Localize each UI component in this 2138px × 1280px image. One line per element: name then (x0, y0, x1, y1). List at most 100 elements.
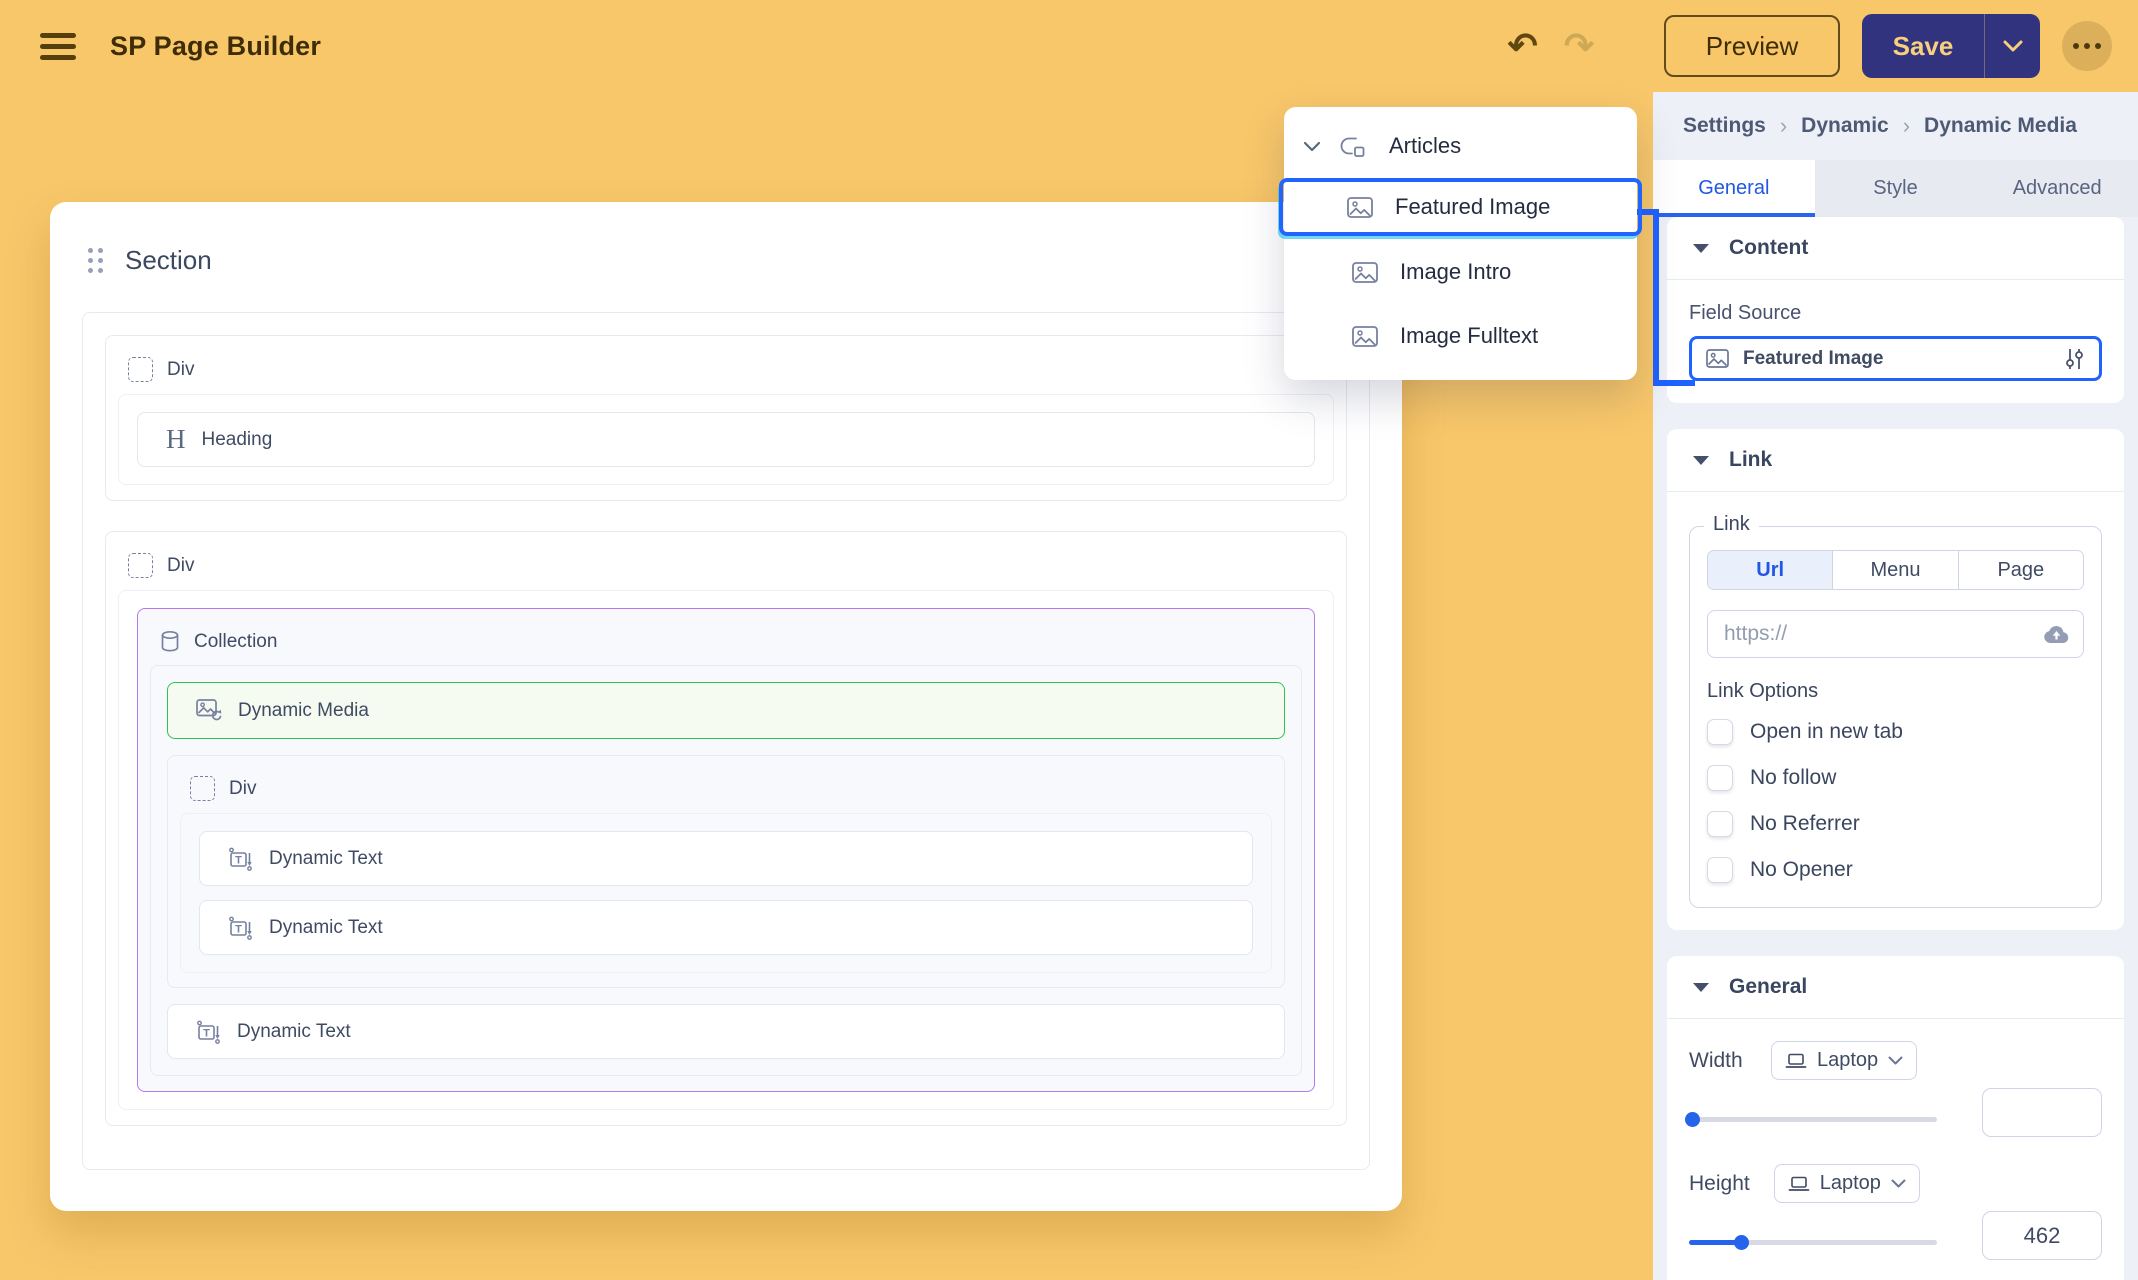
div-block-label: Div (128, 357, 1334, 382)
dynamic-text-addon[interactable]: T Dynamic Text (199, 831, 1253, 886)
row-container[interactable]: Div H Heading Div (82, 312, 1370, 1170)
checkbox[interactable] (1707, 857, 1733, 883)
hamburger-menu-icon[interactable] (40, 33, 76, 60)
option-no-follow: No follow (1707, 765, 2084, 791)
segment-menu[interactable]: Menu (1832, 551, 1957, 589)
height-value-input[interactable] (1982, 1211, 2102, 1260)
link-section-title: Link (1729, 448, 1772, 472)
segment-url[interactable]: Url (1708, 551, 1832, 589)
history-controls: ↶ ↷ (1508, 28, 1594, 64)
checkbox-label: No Referrer (1750, 812, 1860, 836)
tab-advanced[interactable]: Advanced (1976, 160, 2138, 217)
dynamic-media-label-text: Dynamic Media (238, 700, 369, 722)
save-options-button[interactable] (1984, 14, 2040, 78)
link-type-segmented-control: Url Menu Page (1707, 550, 2084, 590)
height-slider-knob[interactable] (1734, 1235, 1749, 1250)
collection-relation-icon (1339, 135, 1367, 158)
height-device-dropdown[interactable]: Laptop (1774, 1164, 1920, 1203)
height-slider[interactable] (1689, 1225, 1937, 1265)
undo-icon[interactable]: ↶ (1508, 28, 1538, 64)
svg-text:T: T (203, 1027, 210, 1039)
general-section-header[interactable]: General (1667, 956, 2124, 1018)
dropdown-item-label: Image Fulltext (1400, 323, 1538, 349)
dropdown-item-label: Image Intro (1400, 259, 1511, 285)
device-value: Laptop (1820, 1172, 1881, 1195)
chevron-down-icon[interactable] (1303, 141, 1321, 152)
div-block-1[interactable]: Div H Heading (105, 335, 1347, 501)
dynamic-text-addon[interactable]: T Dynamic Text (199, 900, 1253, 955)
save-button[interactable]: Save (1862, 14, 1984, 78)
heading-addon[interactable]: H Heading (137, 412, 1315, 467)
checkbox-label: Open in new tab (1750, 720, 1903, 744)
collection-block[interactable]: Collection Dynamic Media (137, 608, 1315, 1092)
redo-icon[interactable]: ↷ (1564, 28, 1594, 64)
width-slider-knob[interactable] (1685, 1112, 1700, 1127)
tab-style[interactable]: Style (1815, 160, 1977, 217)
div-icon (128, 357, 153, 382)
url-input[interactable] (1707, 610, 2084, 658)
section-label: Section (125, 245, 212, 276)
field-source-dropdown: Articles Featured Image Image Intro Imag… (1284, 107, 1637, 380)
width-label: Width (1689, 1049, 1747, 1073)
dropdown-item-label: Featured Image (1395, 194, 1550, 220)
height-label: Height (1689, 1172, 1750, 1196)
dropdown-item-articles[interactable]: Articles (1284, 118, 1637, 174)
dropdown-item-image-intro[interactable]: Image Intro (1284, 244, 1637, 300)
canvas-section[interactable]: Section Div H Heading (50, 202, 1402, 1211)
filter-sliders-icon[interactable] (2065, 346, 2085, 372)
dynamic-text-icon: T (228, 847, 253, 871)
width-value-input[interactable] (1982, 1088, 2102, 1137)
link-section-header[interactable]: Link (1667, 429, 2124, 491)
breadcrumb: Settings › Dynamic › Dynamic Media (1653, 92, 2138, 160)
collapse-triangle-icon (1693, 244, 1709, 253)
link-group-legend: Link (1704, 513, 1759, 536)
div-label-text: Div (229, 778, 256, 800)
cloud-upload-icon[interactable] (2043, 624, 2070, 644)
checkbox-label: No Opener (1750, 858, 1853, 882)
link-section-body: Link Url Menu Page Link Options (1667, 491, 2124, 930)
chevron-down-icon (1891, 1179, 1906, 1188)
laptop-icon (1788, 1176, 1810, 1192)
top-bar-actions: ↶ ↷ Preview Save (1508, 0, 2112, 92)
checkbox[interactable] (1707, 719, 1733, 745)
content-section-header[interactable]: Content (1667, 217, 2124, 279)
div-block-3[interactable]: Div T Dynamic Text (167, 755, 1285, 988)
div-block-2[interactable]: Div Collection (105, 531, 1347, 1126)
image-icon (1352, 326, 1378, 347)
checkbox[interactable] (1707, 765, 1733, 791)
field-source-value: Featured Image (1743, 348, 1883, 370)
checkbox[interactable] (1707, 811, 1733, 837)
link-section-card: Link Link Url Menu Page (1667, 429, 2124, 930)
more-options-button[interactable] (2062, 21, 2112, 71)
drag-handle-icon[interactable] (88, 248, 103, 273)
option-no-referrer: No Referrer (1707, 811, 2084, 837)
width-slider[interactable] (1689, 1102, 1937, 1142)
breadcrumb-dynamic[interactable]: Dynamic (1801, 114, 1889, 138)
breadcrumb-settings[interactable]: Settings (1683, 114, 1766, 138)
dynamic-text-addon[interactable]: T Dynamic Text (167, 1004, 1285, 1059)
dynamic-text-label-text: Dynamic Text (269, 917, 383, 939)
segment-page[interactable]: Page (1958, 551, 2083, 589)
general-section-title: General (1729, 975, 1807, 999)
div-inner-container: T Dynamic Text T Dynamic Text (180, 813, 1272, 973)
preview-button[interactable]: Preview (1664, 15, 1840, 77)
selection-connector-line (1653, 209, 1659, 386)
dynamic-media-icon (196, 699, 222, 722)
dropdown-item-image-fulltext[interactable]: Image Fulltext (1284, 308, 1637, 364)
tab-general[interactable]: General (1653, 160, 1815, 217)
width-device-dropdown[interactable]: Laptop (1771, 1041, 1917, 1080)
dynamic-media-addon[interactable]: Dynamic Media (167, 682, 1285, 739)
content-section-title: Content (1729, 236, 1808, 260)
div-icon (190, 776, 215, 801)
heading-icon: H (166, 424, 186, 455)
link-group: Link Url Menu Page Link Options (1689, 526, 2102, 908)
breadcrumb-separator: › (1780, 113, 1787, 139)
top-bar: SP Page Builder ↶ ↷ Preview Save (0, 0, 2138, 92)
div-inner-container: H Heading (118, 394, 1334, 485)
field-source-select[interactable]: Featured Image (1689, 336, 2102, 381)
collection-inner-container: Dynamic Media Div (150, 665, 1302, 1076)
dropdown-item-featured-image[interactable]: Featured Image (1279, 178, 1642, 236)
checkbox-label: No follow (1750, 766, 1836, 790)
selection-connector-line (1653, 380, 1695, 386)
svg-text:T: T (235, 854, 242, 866)
